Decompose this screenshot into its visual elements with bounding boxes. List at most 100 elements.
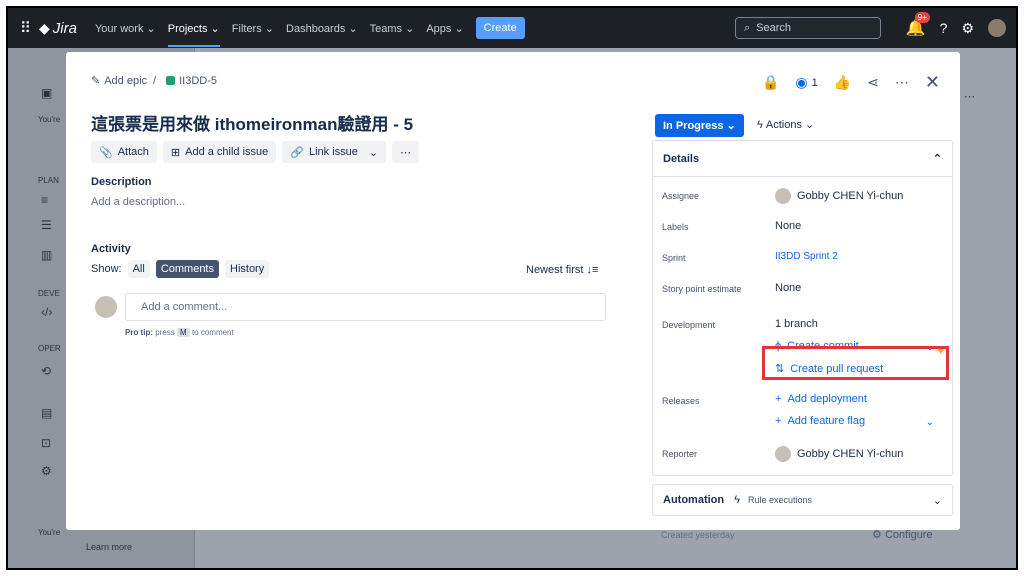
automation-label: Automation [663, 494, 725, 506]
add-deployment-link[interactable]: + Add deployment [775, 393, 867, 405]
sprint-link[interactable]: II3DD Sprint 2 [775, 251, 838, 262]
attach-label: Attach [117, 146, 149, 158]
add-child-issue-button[interactable]: ⊞ Add a child issue [162, 141, 277, 163]
details-panel: Details ⌃ Assignee Gobby CHEN Yi-chun La… [652, 140, 953, 476]
eye-icon: ◉ [795, 74, 808, 90]
assignee-label: Assignee [662, 191, 700, 201]
watch-button[interactable]: ◉ 1 [795, 74, 817, 91]
assignee-field[interactable]: Gobby CHEN Yi-chun [775, 188, 903, 204]
issue-key-link[interactable]: II3DD-5 [179, 75, 217, 87]
nav-filters-label: Filters [231, 22, 262, 35]
assignee-value: Gobby CHEN Yi-chun [797, 190, 904, 202]
nav-dashboards[interactable]: Dashboards ⌄ [286, 22, 358, 35]
thumbs-up-icon[interactable]: 👍 [834, 74, 851, 91]
add-feature-flag-link[interactable]: + Add feature flag [775, 415, 865, 427]
shortcut-icon[interactable]: ⊡ [41, 436, 51, 450]
backlog-icon[interactable]: ☰ [41, 218, 52, 232]
timeline-icon[interactable]: ≡ [41, 193, 48, 207]
settings-icon[interactable]: ⚙ [961, 20, 974, 37]
details-header[interactable]: Details ⌃ [653, 141, 952, 177]
learn-more-link[interactable]: Learn more [86, 542, 132, 552]
nav-dashboards-label: Dashboards [286, 22, 346, 35]
sort-order-button[interactable]: Newest first ↓≡ [526, 264, 598, 276]
code-icon[interactable]: ‹/› [41, 305, 52, 319]
project-settings-icon[interactable]: ⚙ [41, 464, 52, 478]
notifications-icon[interactable]: 🔔 9+ [906, 12, 930, 38]
chevron-up-icon[interactable]: ⌃ [933, 152, 942, 165]
nav-projects[interactable]: Projects ⌄ [167, 22, 220, 47]
sort-label: Newest first [526, 264, 584, 276]
development-label: Development [662, 320, 716, 330]
pages-icon[interactable]: ▤ [41, 406, 52, 420]
jira-logo[interactable]: ◆ Jira [39, 20, 77, 37]
branch-count[interactable]: 1 branch [775, 318, 818, 330]
lightning-icon: ϟ [757, 119, 763, 131]
project-avatar-icon: ▣ [41, 86, 53, 100]
highlight-box [762, 346, 949, 380]
story-type-icon [166, 76, 176, 85]
story-points-field[interactable]: None [775, 282, 801, 294]
breadcrumb: ✎ Add epic / II3DD-5 [91, 74, 217, 88]
status-label: In Progress [663, 120, 724, 132]
search-input[interactable]: ⌕ Search [735, 17, 881, 39]
nav-teams[interactable]: Teams ⌄ [370, 22, 415, 35]
filter-comments-button[interactable]: Comments [155, 260, 219, 278]
issue-title[interactable]: 這張票是用來做 ithomeironman驗證用 - 5 [91, 110, 413, 135]
nav-your-work[interactable]: Your work ⌄ [95, 22, 156, 35]
more-icon[interactable]: ⋯ [895, 74, 909, 91]
nav-right-group: 🔔 9+ ? ⚙ [906, 12, 1006, 38]
chevron-down-icon[interactable]: ⌄ [933, 494, 942, 507]
reporter-field[interactable]: Gobby CHEN Yi-chun [775, 446, 903, 462]
help-icon[interactable]: ? [940, 20, 948, 36]
protip-key: M [177, 328, 190, 337]
releases-chevron-icon[interactable]: ⌄ [926, 417, 934, 428]
comment-placeholder: Add a comment... [141, 301, 228, 313]
reporter-avatar [775, 446, 791, 462]
plus-icon: + [775, 415, 782, 427]
create-button[interactable]: Create [475, 17, 525, 39]
comment-input[interactable]: Add a comment... [125, 293, 606, 321]
details-heading: Details [663, 152, 700, 165]
link-icon: 🔗 [290, 146, 304, 159]
hierarchy-icon: ⊞ [170, 146, 181, 159]
more-actions-button[interactable]: ⋯ [392, 141, 420, 163]
status-dropdown[interactable]: In Progress ⌄ [655, 114, 744, 137]
add-epic-link[interactable]: Add epic [104, 75, 147, 87]
board-more-icon[interactable]: ⋯ [964, 90, 975, 103]
share-icon[interactable]: ⋖ [867, 74, 879, 91]
link-issue-button[interactable]: 🔗 Link issue ⌄ [282, 141, 387, 163]
chevron-down-icon[interactable]: ⌄ [369, 146, 378, 159]
story-points-label: Story point estimate [662, 284, 742, 294]
activity-filter: Show: All Comments History [91, 260, 270, 278]
nav-projects-label: Projects [167, 22, 208, 35]
add-flag-label: Add feature flag [787, 415, 866, 427]
automation-panel[interactable]: Automation ϟ Rule executions ⌄ [652, 484, 953, 516]
filter-history-button[interactable]: History [225, 260, 270, 278]
configure-button[interactable]: ⚙ Configure [872, 528, 933, 541]
labels-field[interactable]: None [775, 220, 801, 232]
ellipsis-icon: ⋯ [400, 146, 412, 159]
lock-icon[interactable]: 🔒 [762, 74, 779, 91]
description-field[interactable]: Add a description... [91, 196, 185, 208]
breadcrumb-separator: / [153, 74, 157, 87]
sort-icon: ↓≡ [586, 264, 599, 276]
nav-filters[interactable]: Filters ⌄ [232, 22, 274, 35]
actions-dropdown[interactable]: ϟ Actions ⌄ [757, 118, 814, 131]
user-avatar[interactable] [988, 19, 1006, 37]
add-child-label: Add a child issue [185, 146, 269, 158]
sprint-label: Sprint [662, 253, 686, 263]
edit-icon: ✎ [91, 75, 101, 87]
nav-apps[interactable]: Apps ⌄ [426, 22, 463, 35]
filter-all-button[interactable]: All [127, 260, 150, 278]
protip-label: Pro tip: [125, 328, 153, 337]
sidebar-dev-heading: DEVE [38, 289, 60, 298]
attach-button[interactable]: 📎 Attach [91, 141, 157, 163]
releases-label: Releases [662, 396, 700, 406]
app-switcher-icon[interactable]: ⠿ [20, 19, 31, 37]
reporter-label: Reporter [662, 449, 698, 459]
ops-icon[interactable]: ⟲ [41, 364, 51, 378]
board-icon[interactable]: ▥ [41, 248, 52, 262]
close-icon[interactable]: ✕ [925, 72, 940, 93]
nav-your-work-label: Your work [94, 22, 144, 35]
link-issue-label: Link issue [308, 146, 358, 158]
